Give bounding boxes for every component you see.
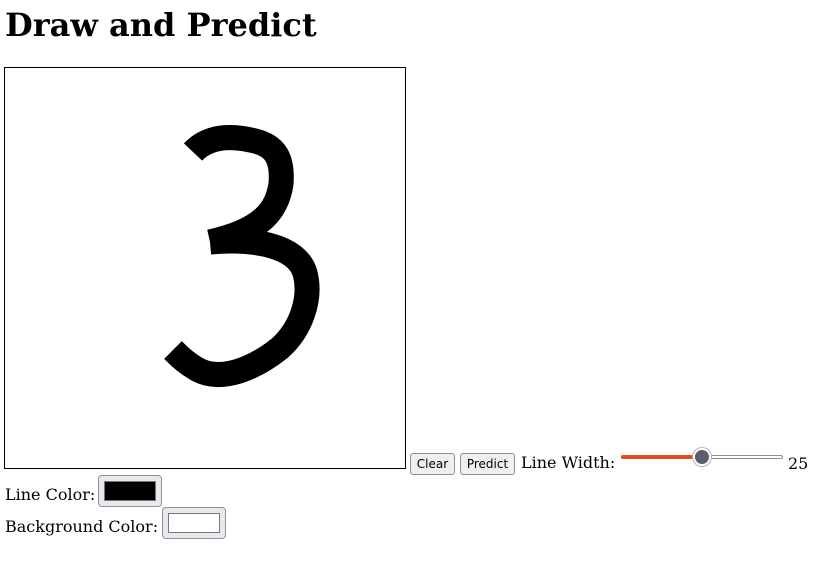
background-color-picker[interactable]: [162, 507, 226, 539]
line-width-value: 25: [788, 454, 809, 473]
line-color-picker[interactable]: [98, 475, 162, 507]
canvas-background: [5, 68, 405, 468]
line-color-swatch: [104, 481, 156, 501]
predict-button[interactable]: Predict: [460, 453, 515, 475]
line-width-label: Line Width:: [521, 453, 616, 472]
drawing-surface[interactable]: [5, 68, 405, 468]
background-color-label: Background Color:: [5, 517, 159, 536]
slider-fill: [621, 455, 702, 459]
line-width-slider[interactable]: [621, 447, 783, 467]
slider-thumb[interactable]: [693, 448, 711, 466]
drawing-canvas[interactable]: [4, 67, 406, 469]
line-color-label: Line Color:: [5, 485, 96, 504]
clear-button[interactable]: Clear: [410, 453, 455, 475]
background-color-swatch: [168, 513, 220, 533]
page-title: Draw and Predict: [5, 6, 317, 44]
